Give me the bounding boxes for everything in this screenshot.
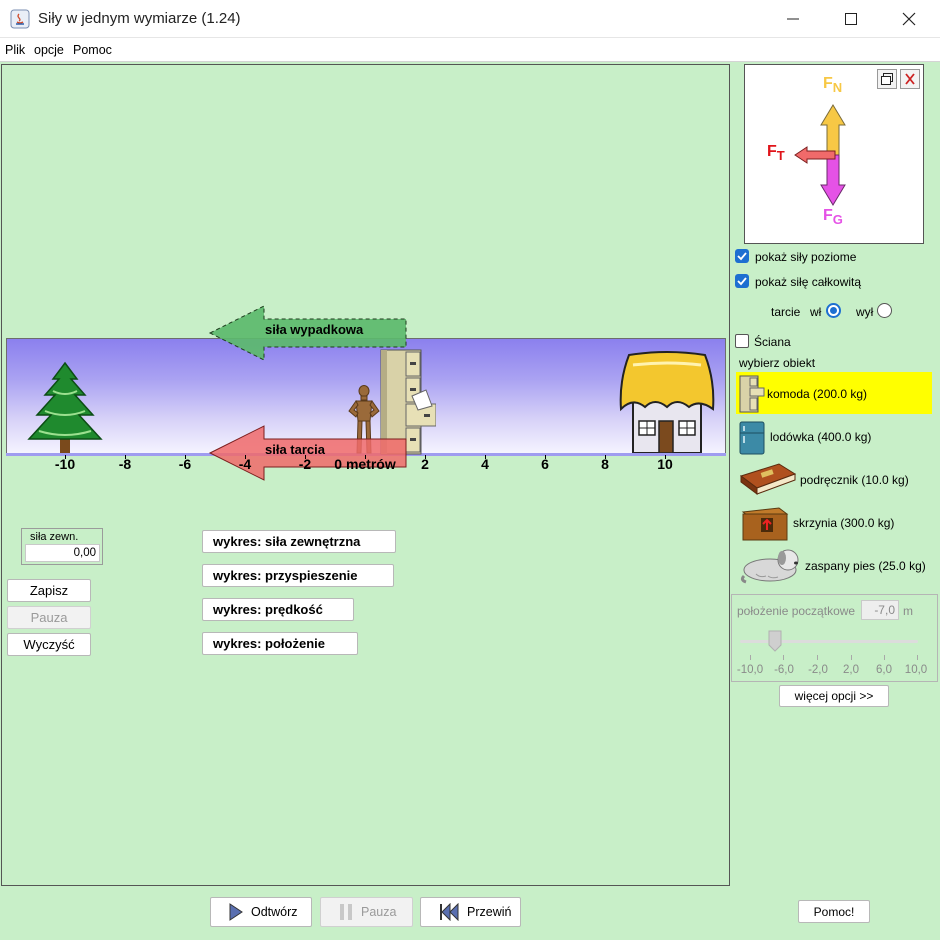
more-options-button[interactable]: więcej opcji >>: [779, 685, 889, 707]
book-icon[interactable]: [739, 462, 797, 496]
pause-record-button[interactable]: Pauza: [7, 606, 91, 629]
friction-force-label: siła tarcia: [265, 442, 325, 457]
object-label-book[interactable]: podręcznik (10.0 kg): [800, 473, 909, 487]
axis-label: 8: [601, 456, 609, 472]
object-label-dog[interactable]: zaspany pies (25.0 kg): [805, 559, 926, 573]
initial-position-slider-track[interactable]: [740, 640, 918, 643]
title-bar: Siły w jednym wymiarze (1.24): [0, 0, 940, 38]
initial-position-label: położenie początkowe: [737, 604, 856, 618]
friction-off-radio[interactable]: [877, 303, 892, 318]
window-title: Siły w jednym wymiarze (1.24): [38, 10, 241, 27]
help-button[interactable]: Pomoc!: [798, 900, 870, 923]
play-label: Odtwórz: [251, 905, 298, 919]
slider-tick: [817, 655, 818, 660]
fbd-detach-button[interactable]: [877, 69, 897, 89]
pause-button[interactable]: Pauza: [320, 897, 413, 927]
clear-button[interactable]: Wyczyść: [7, 633, 91, 656]
menu-options[interactable]: opcje: [34, 43, 64, 57]
free-body-diagram: FN FT FG: [744, 64, 924, 244]
wall-label: Ściana: [754, 335, 791, 349]
axis-label: -10: [54, 456, 76, 472]
menu-help[interactable]: Pomoc: [73, 43, 112, 57]
initial-position-slider-thumb[interactable]: [768, 630, 782, 652]
net-force-label: siła wypadkowa: [265, 322, 364, 337]
pause-label: Pauza: [361, 905, 397, 919]
checkmark-icon: [737, 252, 747, 261]
crate-icon[interactable]: [739, 504, 791, 542]
tree-icon: [27, 361, 103, 453]
slider-tick: [750, 655, 751, 660]
graph-velocity-button[interactable]: wykres: prędkość: [202, 598, 354, 621]
close-icon: [902, 12, 916, 26]
initial-position-input[interactable]: -7,0: [861, 600, 899, 620]
gravity-force-label: FG: [823, 207, 843, 228]
show-horizontal-label: pokaż siły poziome: [755, 250, 857, 264]
checkmark-icon: [737, 277, 747, 286]
applied-force-input[interactable]: 0,00: [25, 544, 100, 562]
axis-label: 6: [541, 456, 549, 472]
axis-label: 10: [657, 456, 673, 472]
slider-tick: [851, 655, 852, 660]
slider-tick: [783, 655, 784, 660]
fbd-close-button[interactable]: [900, 69, 920, 89]
initial-position-unit: m: [903, 604, 913, 618]
play-button[interactable]: Odtwórz: [210, 897, 312, 927]
record-button[interactable]: Zapisz: [7, 579, 91, 602]
cabinet-icon: [739, 375, 765, 413]
maximize-icon: [845, 13, 857, 25]
axis-label: 0 metrów: [334, 456, 396, 472]
axis-label: 4: [481, 456, 489, 472]
close-icon: [905, 73, 915, 85]
slider-tick: [884, 655, 885, 660]
friction-on-radio[interactable]: [826, 303, 841, 318]
choose-object-label: wybierz obiekt: [739, 356, 816, 370]
slider-label: -2,0: [808, 664, 828, 676]
axis-label: -6: [178, 456, 192, 472]
close-button[interactable]: [880, 0, 938, 38]
graph-position-button[interactable]: wykres: położenie: [202, 632, 358, 655]
rewind-icon: [440, 903, 459, 921]
slider-label: 10,0: [904, 664, 928, 676]
slider-label: -6,0: [774, 664, 794, 676]
play-icon: [229, 903, 243, 921]
slider-label: 2,0: [843, 664, 859, 676]
fridge-icon[interactable]: [739, 419, 767, 455]
window-restore-icon: [881, 73, 893, 85]
minimize-button[interactable]: [764, 0, 822, 38]
rewind-button[interactable]: Przewiń: [420, 897, 521, 927]
slider-label: 6,0: [876, 664, 892, 676]
axis-label: 2: [421, 456, 429, 472]
friction-on-label: wł: [810, 305, 822, 319]
show-total-checkbox[interactable]: [735, 274, 749, 288]
axis-label: -4: [238, 456, 252, 472]
java-app-icon: [10, 9, 30, 29]
menu-file[interactable]: Plik: [5, 43, 25, 57]
graph-acceleration-button[interactable]: wykres: przyspieszenie: [202, 564, 394, 587]
rewind-label: Przewiń: [467, 905, 512, 919]
maximize-button[interactable]: [822, 0, 880, 38]
object-label-crate[interactable]: skrzynia (300.0 kg): [793, 516, 894, 530]
show-total-label: pokaż siłę całkowitą: [755, 275, 862, 289]
normal-force-label: FN: [823, 75, 843, 96]
wall-checkbox[interactable]: [735, 334, 749, 348]
graph-applied-force-button[interactable]: wykres: siła zewnętrzna: [202, 530, 396, 553]
pause-icon: [340, 904, 352, 920]
object-label-fridge[interactable]: lodówka (400.0 kg): [770, 430, 871, 444]
friction-force-fbd-label: FT: [767, 143, 785, 164]
axis-label: -2: [298, 456, 312, 472]
minimize-icon: [787, 18, 799, 20]
friction-label: tarcie: [771, 305, 801, 319]
show-horizontal-checkbox[interactable]: [735, 249, 749, 263]
applied-force-legend: siła zewn.: [28, 531, 81, 543]
sleeping-dog-icon[interactable]: [740, 544, 804, 584]
object-label-cabinet: komoda (200.0 kg): [767, 387, 868, 401]
friction-off-label: wył: [856, 305, 874, 319]
slider-label: -10,0: [736, 664, 764, 676]
house-icon: [619, 351, 715, 454]
menu-bar: Plik opcje Pomoc: [0, 38, 940, 62]
slider-tick: [917, 655, 918, 660]
axis-label: -8: [118, 456, 132, 472]
